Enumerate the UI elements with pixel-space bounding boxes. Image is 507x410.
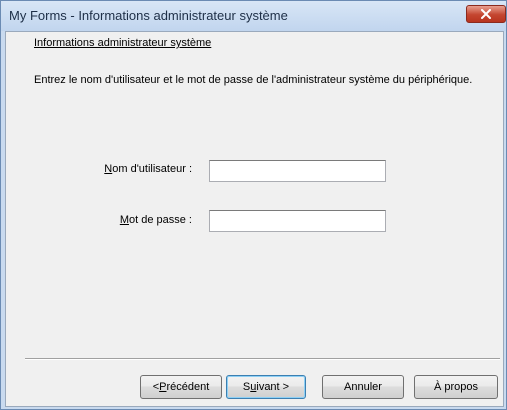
title-bar[interactable]: My Forms - Informations administrateur s… [1,1,506,31]
password-input[interactable] [209,210,386,232]
username-label: Nom d'utilisateur : [32,163,192,175]
back-button[interactable]: < Précédent [140,375,222,399]
back-button-mnemonic: P [159,381,167,393]
username-label-rest: om d'utilisateur : [112,163,192,175]
next-button-prefix: S [242,381,251,393]
instructions-text: Entrez le nom d'utilisateur et le mot de… [34,74,473,86]
dialog-window: My Forms - Informations administrateur s… [0,0,507,410]
cancel-button[interactable]: Annuler [322,375,404,399]
window-title: My Forms - Informations administrateur s… [9,8,288,23]
password-label: Mot de passe : [32,214,192,226]
next-button-rest: ivant > [256,381,290,393]
section-heading: Informations administrateur système [34,37,212,49]
password-label-rest: ot de passe : [129,214,192,226]
password-label-mnemonic: M [119,214,129,226]
username-input[interactable] [209,160,386,182]
back-button-rest: récédent [166,381,210,393]
close-icon [481,9,491,19]
next-button[interactable]: Su ivant > [226,375,306,399]
about-button[interactable]: À propos [414,375,498,399]
footer-separator [25,358,500,360]
close-button[interactable] [466,5,506,23]
